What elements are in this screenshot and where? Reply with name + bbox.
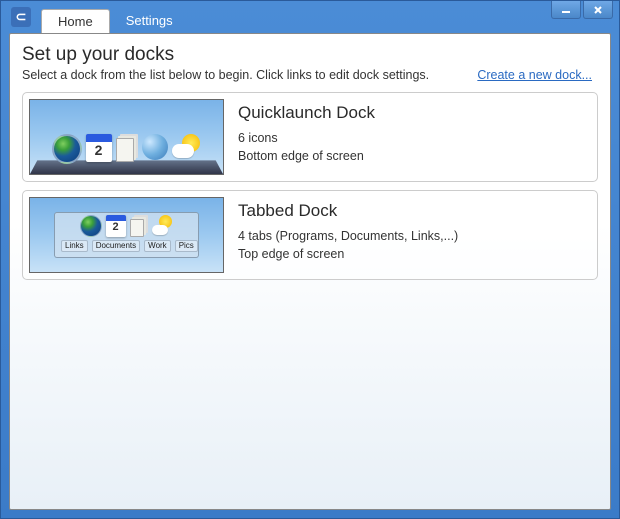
dock-info: Tabbed Dock 4 tabs (Programs, Documents,… [238,197,458,273]
tab-strip: Home Settings [41,1,189,33]
titlebar: ⊂ Home Settings [1,1,619,33]
dock-position: Bottom edge of screen [238,147,375,165]
tab-home[interactable]: Home [41,9,110,33]
tab-settings[interactable]: Settings [110,9,189,33]
instruction-row: Select a dock from the list below to beg… [22,68,598,82]
create-dock-link[interactable]: Create a new dock... [477,68,592,82]
dock-position: Top edge of screen [238,245,458,263]
globe-icon [142,134,168,160]
calendar-icon [106,215,126,237]
thumb-tab-label: Work [144,240,171,252]
app-logo-icon: ⊂ [11,7,31,27]
dock-title: Quicklaunch Dock [238,103,375,123]
thumb-tab-label: Documents [92,240,140,252]
weather-icon [172,134,202,162]
app-window: ⊂ Home Settings Set up your docks Select… [0,0,620,519]
dock-count: 4 tabs (Programs, Documents, Links,...) [238,227,458,245]
thumb-tab-label: Pics [175,240,198,252]
dock-count: 6 icons [238,129,375,147]
dock-card-quicklaunch[interactable]: Quicklaunch Dock 6 icons Bottom edge of … [22,92,598,182]
dock-thumbnail [29,99,224,175]
content-area: Set up your docks Select a dock from the… [9,33,611,510]
instruction-text: Select a dock from the list below to beg… [22,68,429,82]
close-button[interactable] [583,1,613,19]
documents-icon [116,134,138,162]
thumb-tab-label: Links [61,240,88,252]
dock-info: Quicklaunch Dock 6 icons Bottom edge of … [238,99,375,175]
window-controls [551,1,613,19]
documents-icon [130,215,148,237]
weather-icon [152,215,174,237]
dock-card-tabbed[interactable]: Links Documents Work Pics Tabbed Dock 4 … [22,190,598,280]
page-title: Set up your docks [22,44,598,66]
minimize-button[interactable] [551,1,581,19]
dock-thumbnail: Links Documents Work Pics [29,197,224,273]
start-orb-icon [52,134,82,164]
start-orb-icon [80,215,102,237]
calendar-icon [86,134,112,162]
dock-title: Tabbed Dock [238,201,458,221]
